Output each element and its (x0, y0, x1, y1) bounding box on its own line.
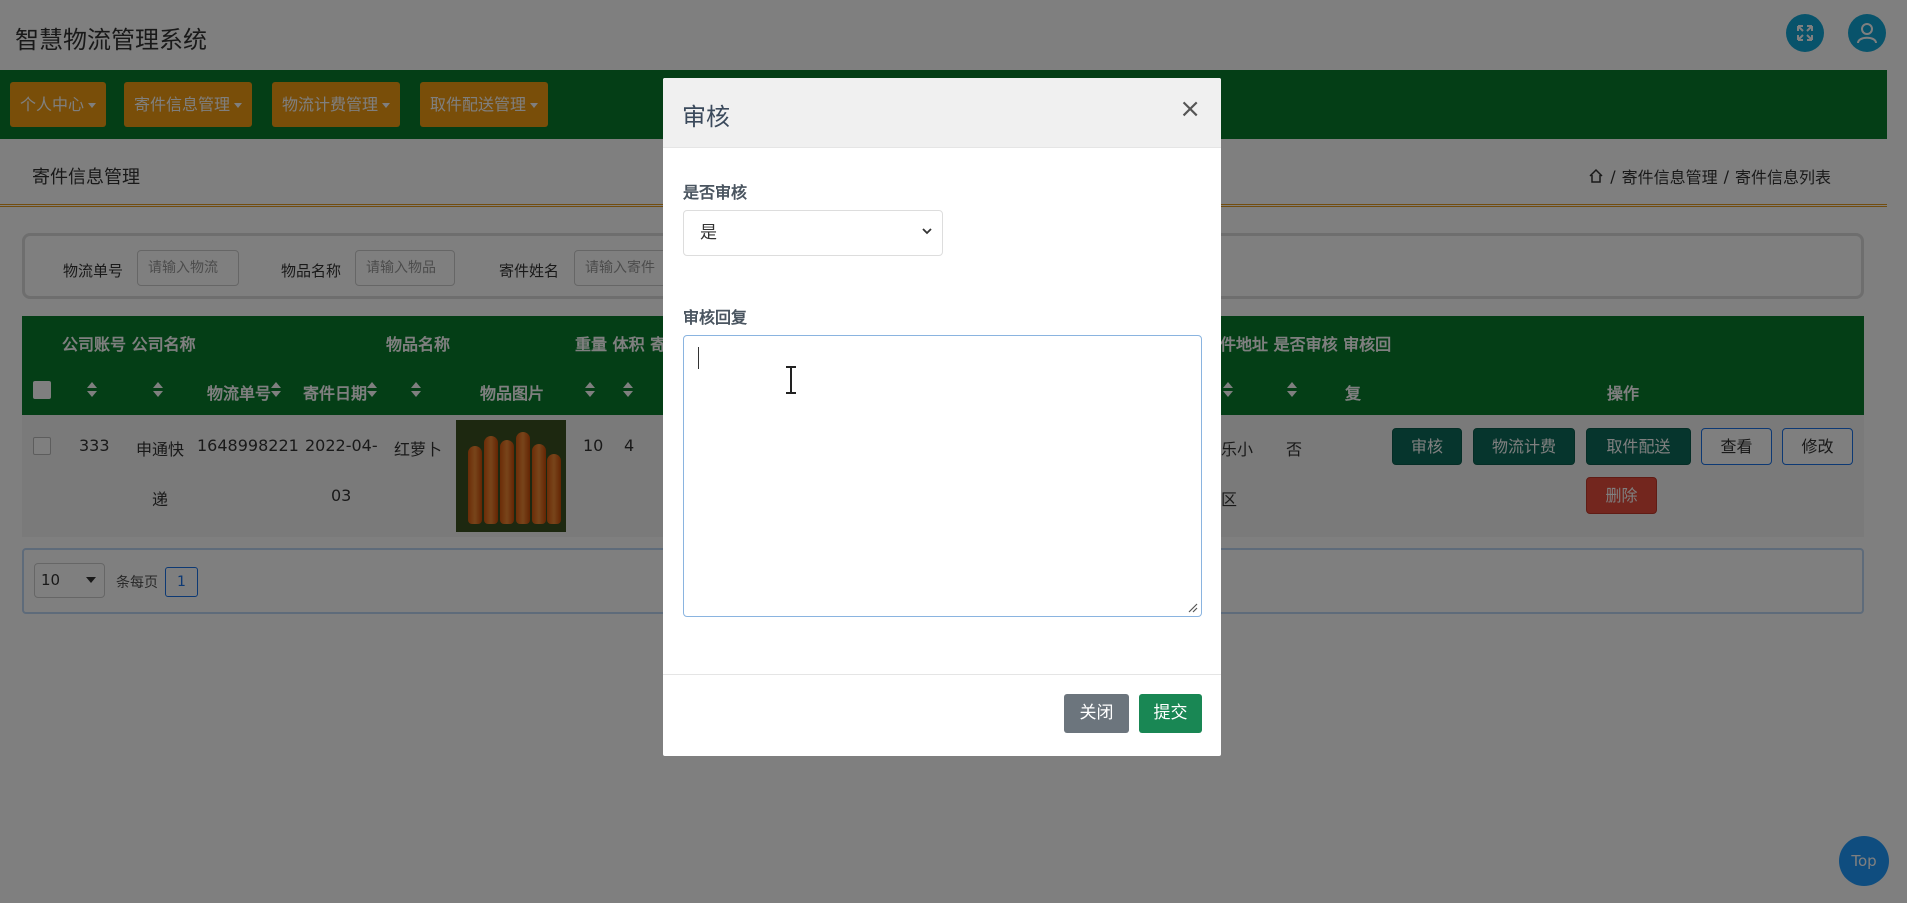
submit-button[interactable]: 提交 (1139, 694, 1202, 733)
audit-status-select[interactable]: 是 (683, 210, 943, 256)
modal-header: 审核 × (663, 78, 1221, 148)
audit-reply-textarea[interactable] (683, 335, 1202, 617)
close-icon[interactable]: × (1179, 96, 1201, 122)
audit-status-value: 是 (700, 223, 717, 243)
chevron-down-icon (922, 228, 932, 235)
text-caret (698, 347, 699, 369)
modal-title: 审核 (682, 103, 730, 131)
audit-modal: 审核 × 是否审核 是 审核回复 关闭 提交 (663, 78, 1221, 756)
ibeam-cursor-icon (786, 366, 796, 394)
audit-reply-label: 审核回复 (683, 308, 748, 327)
close-button[interactable]: 关闭 (1064, 694, 1129, 733)
modal-footer: 关闭 提交 (663, 674, 1221, 756)
audit-status-label: 是否审核 (683, 183, 748, 202)
resize-grip-icon[interactable] (1186, 601, 1198, 613)
